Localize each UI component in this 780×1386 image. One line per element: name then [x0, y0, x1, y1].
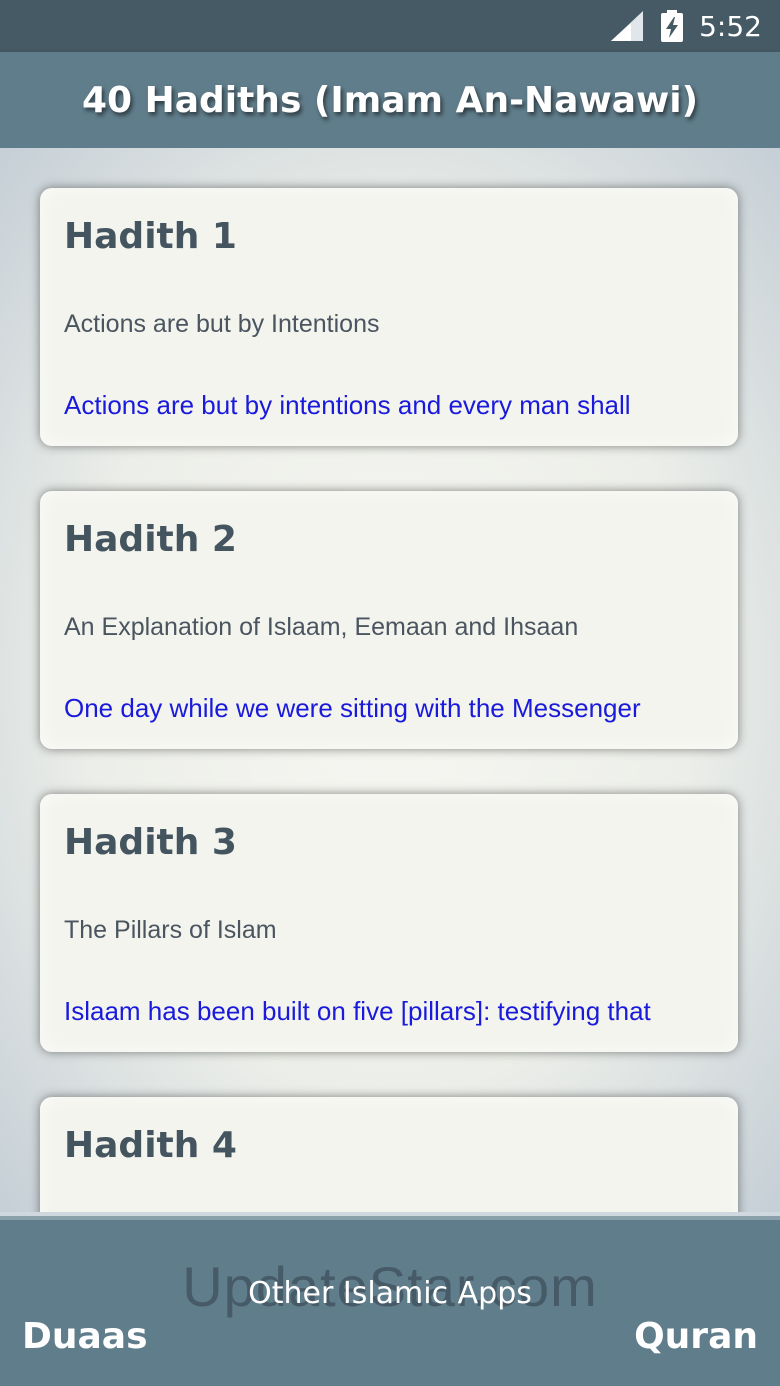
hadith-title: Hadith 1 [64, 216, 237, 257]
other-islamic-apps-button[interactable]: Other Islamic Apps [0, 1276, 780, 1311]
hadith-card-4[interactable]: Hadith 4 [40, 1097, 738, 1212]
hadith-card-3[interactable]: Hadith 3 The Pillars of Islam Islaam has… [40, 794, 738, 1052]
quran-button[interactable]: Quran [634, 1316, 758, 1357]
page-title: 40 Hadiths (Imam An-Nawawi) [81, 79, 699, 121]
hadith-subtitle: Actions are but by Intentions [64, 310, 380, 338]
hadith-subtitle: An Explanation of Islaam, Eemaan and Ihs… [64, 613, 579, 641]
hadith-card-2[interactable]: Hadith 2 An Explanation of Islaam, Eemaa… [40, 491, 738, 749]
hadith-title: Hadith 4 [64, 1125, 237, 1166]
hadith-preview: One day while we were sitting with the M… [64, 693, 641, 723]
hadith-preview: Islaam has been built on five [pillars]:… [64, 996, 651, 1026]
hadith-card-1[interactable]: Hadith 1 Actions are but by Intentions A… [40, 188, 738, 446]
signal-icon [611, 11, 644, 41]
app-bar: 40 Hadiths (Imam An-Nawawi) [0, 52, 780, 148]
hadith-title: Hadith 2 [64, 519, 237, 560]
hadith-preview: Actions are but by intentions and every … [64, 390, 631, 420]
status-bar: 5:52 [0, 0, 780, 52]
bottom-bar: UpdateStar.com Other Islamic Apps Duaas … [0, 1212, 780, 1386]
hadith-title: Hadith 3 [64, 822, 237, 863]
battery-charging-icon [661, 10, 684, 42]
hadith-list[interactable]: Hadith 1 Actions are but by Intentions A… [0, 148, 780, 1212]
duaas-button[interactable]: Duaas [22, 1316, 148, 1357]
status-time: 5:52 [699, 9, 762, 43]
hadith-subtitle: The Pillars of Islam [64, 916, 277, 944]
